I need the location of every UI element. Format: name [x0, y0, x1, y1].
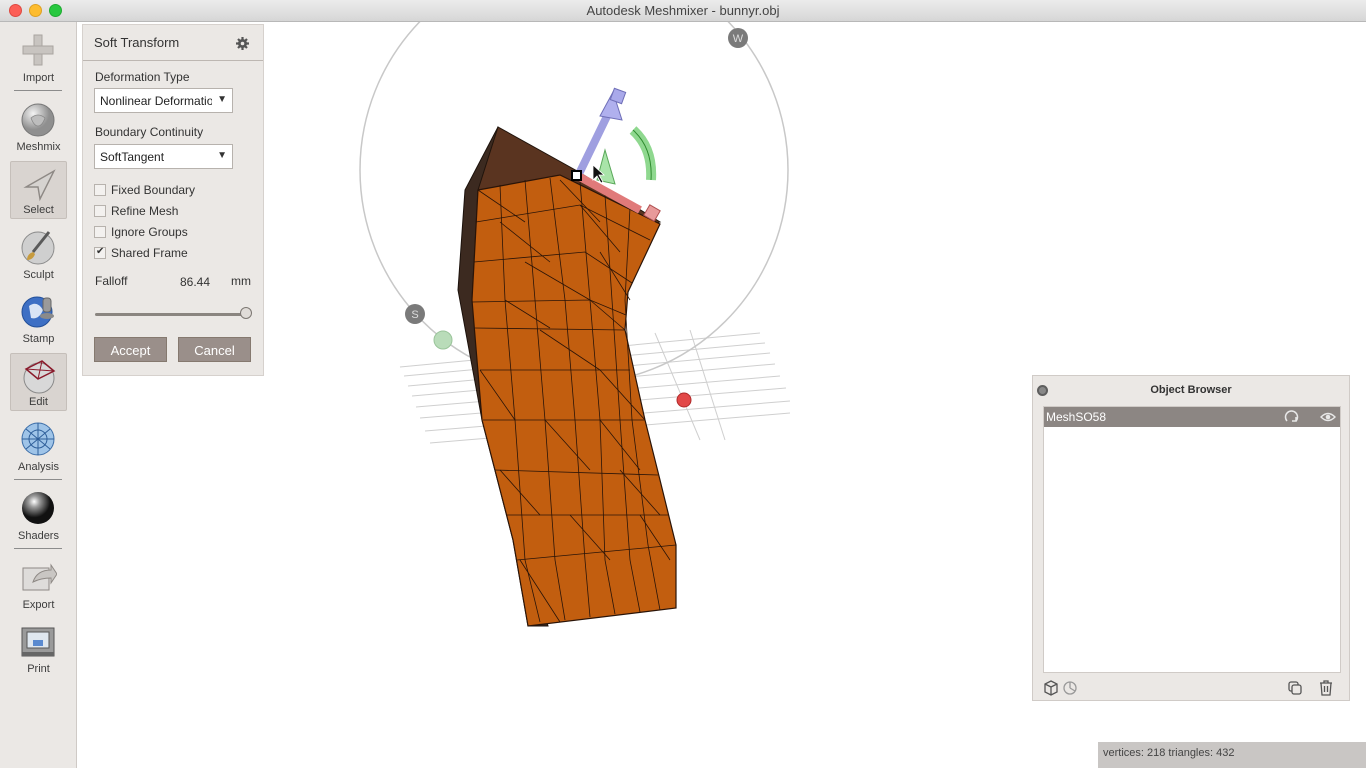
falloff-label: Falloff [95, 274, 128, 288]
falloff-slider-handle[interactable] [240, 307, 252, 319]
fixed-boundary-checkbox[interactable] [94, 184, 106, 196]
tool-import[interactable]: Import [10, 28, 67, 86]
gizmo-pivot-marker[interactable] [676, 392, 692, 408]
soft-transform-panel: Soft Transform Deformation Type Nonlinea… [82, 24, 264, 376]
gizmo-green-marker[interactable] [433, 330, 453, 350]
bunny-sphere-icon [21, 103, 55, 137]
analysis-sphere-icon [21, 422, 55, 456]
cursor-arrow-icon [23, 169, 56, 202]
tool-meshmix[interactable]: Meshmix [10, 97, 67, 155]
shared-frame-checkbox[interactable] [94, 246, 106, 259]
tool-edit[interactable]: Edit [10, 353, 67, 411]
fixed-boundary-label: Fixed Boundary [111, 183, 196, 197]
boundary-continuity-label: Boundary Continuity [95, 125, 204, 139]
refine-mesh-checkbox[interactable] [94, 205, 106, 217]
mesh-stats-text: vertices: 218 triangles: 432 [1103, 747, 1235, 759]
toolbar-divider [14, 548, 62, 549]
trash-icon[interactable] [1318, 680, 1334, 696]
tool-analysis[interactable]: Analysis [10, 417, 67, 475]
panel-title: Soft Transform [94, 35, 180, 50]
object-list: MeshSO58 [1043, 406, 1341, 673]
printer-icon [21, 627, 55, 657]
panel-divider [83, 60, 263, 61]
deformation-type-label: Deformation Type [95, 70, 190, 84]
tool-print[interactable]: Print [10, 619, 67, 677]
falloff-value[interactable]: 86.44 [180, 275, 210, 289]
chevron-down-icon: ▼ [217, 150, 227, 161]
tool-sculpt[interactable]: Sculpt [10, 225, 67, 283]
cancel-button[interactable]: Cancel [178, 337, 251, 362]
gizmo-s-marker[interactable]: S [405, 304, 425, 324]
list-item[interactable]: MeshSO58 [1044, 407, 1340, 427]
plus-icon [22, 34, 54, 66]
window-title: Autodesk Meshmixer - bunnyr.obj [586, 3, 780, 18]
tool-export[interactable]: Export [10, 555, 67, 613]
stamp-icon [21, 296, 54, 328]
cube-icon[interactable] [1043, 680, 1059, 696]
object-name: MeshSO58 [1046, 410, 1107, 424]
tool-shaders[interactable]: Shaders [10, 486, 67, 544]
gear-icon[interactable] [236, 37, 249, 50]
brush-icon [21, 231, 55, 265]
svg-text:W: W [733, 33, 744, 45]
shared-frame-label: Shared Frame [111, 246, 188, 260]
tool-select[interactable]: Select [10, 161, 67, 219]
tool-stamp[interactable]: Stamp [10, 289, 67, 347]
duplicate-icon[interactable] [1287, 680, 1303, 696]
shader-sphere-icon [22, 492, 54, 524]
object-browser-title: Object Browser [1150, 384, 1232, 396]
visibility-eye-icon[interactable] [1320, 409, 1336, 425]
toolbar-divider [14, 479, 62, 480]
refresh-icon[interactable] [1284, 409, 1300, 425]
export-icon [22, 563, 57, 591]
refine-mesh-label: Refine Mesh [111, 204, 179, 218]
window-titlebar: Autodesk Meshmixer - bunnyr.obj [0, 0, 1366, 22]
accept-button[interactable]: Accept [94, 337, 167, 362]
deformation-type-select[interactable]: Nonlinear Deformation ▼ [94, 88, 233, 113]
status-bar: vertices: 218 triangles: 432 [1098, 742, 1366, 768]
toolbar-divider [14, 90, 62, 91]
chevron-down-icon: ▼ [217, 94, 227, 105]
edit-mesh-icon [23, 360, 56, 394]
boundary-continuity-select[interactable]: SoftTangent ▼ [94, 144, 233, 169]
falloff-slider-track[interactable] [95, 313, 247, 316]
svg-text:S: S [411, 309, 418, 321]
falloff-unit: mm [231, 274, 251, 288]
main-toolbar: Import Meshmix Select Sculpt Stamp Edit … [0, 22, 77, 768]
ignore-groups-label: Ignore Groups [111, 225, 188, 239]
pie-chart-icon[interactable] [1062, 680, 1078, 696]
object-browser-panel: Object Browser MeshSO58 [1032, 375, 1350, 701]
ignore-groups-checkbox[interactable] [94, 226, 106, 238]
gizmo-w-marker[interactable]: W [728, 28, 748, 48]
